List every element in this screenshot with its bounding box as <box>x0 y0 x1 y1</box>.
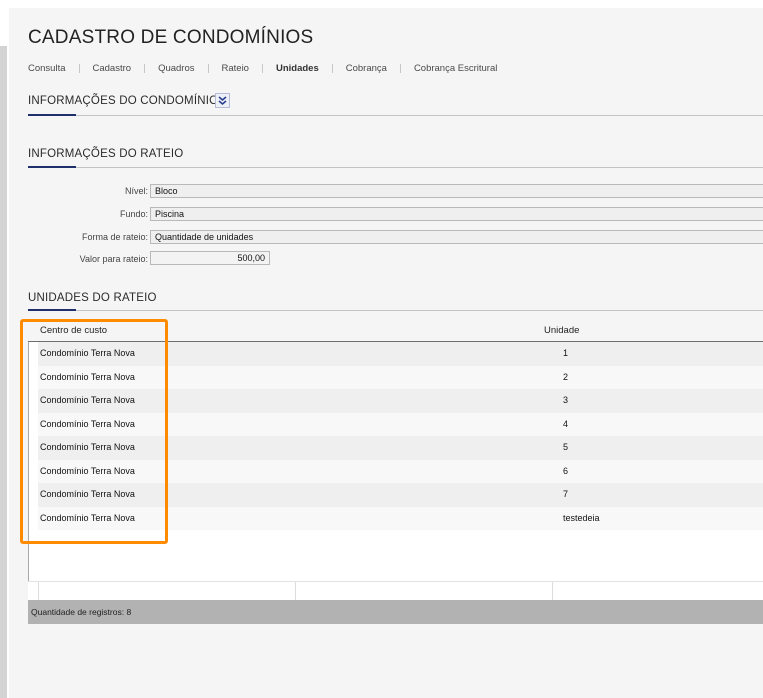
section-title-rateio: INFORMAÇÕES DO RATEIO <box>28 148 184 160</box>
table-row[interactable]: Condomínio Terra Nova 6 <box>38 459 763 483</box>
cell-centro-custo: Condomínio Terra Nova <box>40 489 135 499</box>
tab-separator <box>261 63 263 73</box>
forma-rateio-label: Forma de rateio: <box>81 232 148 242</box>
section-title-condominio: INFORMAÇÕES DO CONDOMÍNIO <box>28 95 219 107</box>
column-divider <box>38 582 39 601</box>
cell-centro-custo: Condomínio Terra Nova <box>40 512 135 523</box>
tab-rateio[interactable]: Rateio <box>222 63 249 74</box>
tab-consulta[interactable]: Consulta <box>28 63 66 74</box>
valor-rateio-label: Valor para rateio: <box>79 254 148 264</box>
cell-unidade: 7 <box>563 489 569 499</box>
double-chevron-down-icon <box>218 96 227 106</box>
table-row[interactable]: Condomínio Terra Nova 2 <box>38 365 763 389</box>
tab-separator <box>331 63 333 73</box>
grid-body: Condomínio Terra Nova 1 Condomínio Terra… <box>28 342 763 603</box>
tab-cadastro[interactable]: Cadastro <box>93 63 132 74</box>
grid-header: Centro de custo Unidade <box>28 320 763 342</box>
cell-centro-custo: Condomínio Terra Nova <box>40 418 135 429</box>
cell-centro-custo: Condomínio Terra Nova <box>40 465 135 476</box>
tab-separator <box>207 63 209 73</box>
cell-unidade: testedeia <box>563 512 600 523</box>
valor-rateio-input[interactable]: 500,00 <box>150 251 270 265</box>
table-row[interactable]: Condomínio Terra Nova 5 <box>38 436 763 460</box>
fundo-field[interactable]: Piscina <box>150 207 763 221</box>
fundo-label: Fundo: <box>119 209 148 219</box>
cell-centro-custo: Condomínio Terra Nova <box>40 371 135 382</box>
unidades-grid: Centro de custo Unidade Condomínio Terra… <box>28 320 763 624</box>
column-header-centro-custo[interactable]: Centro de custo <box>40 325 107 336</box>
section-divider <box>28 167 763 168</box>
cell-unidade: 1 <box>563 348 569 358</box>
cell-centro-custo: Condomínio Terra Nova <box>40 348 135 358</box>
nivel-field[interactable]: Bloco <box>150 184 763 198</box>
tab-unidades[interactable]: Unidades <box>276 63 319 74</box>
column-divider <box>552 582 553 601</box>
table-row[interactable]: Condomínio Terra Nova 3 <box>38 389 763 413</box>
tab-separator <box>78 63 80 73</box>
cell-unidade: 6 <box>563 465 569 476</box>
cell-unidade: 3 <box>563 395 569 405</box>
cell-unidade: 2 <box>563 371 569 382</box>
table-row[interactable]: Condomínio Terra Nova 7 <box>38 483 763 507</box>
column-divider <box>295 582 296 601</box>
grid-scroll-footer[interactable] <box>28 581 763 601</box>
section-title-unidades: UNIDADES DO RATEIO <box>28 292 157 304</box>
table-row[interactable]: Condomínio Terra Nova testedeia <box>38 506 763 530</box>
cell-centro-custo: Condomínio Terra Nova <box>40 442 135 452</box>
section-divider <box>28 115 763 116</box>
tab-separator <box>144 63 146 73</box>
column-header-unidade[interactable]: Unidade <box>544 325 579 336</box>
top-bar <box>0 0 763 8</box>
cell-centro-custo: Condomínio Terra Nova <box>40 395 135 405</box>
tab-quadros[interactable]: Quadros <box>158 63 194 74</box>
section-accent <box>28 114 76 116</box>
tab-cobranca-escritural[interactable]: Cobrança Escritural <box>414 63 497 74</box>
tab-cobranca[interactable]: Cobrança <box>346 63 387 74</box>
tab-separator <box>399 63 401 73</box>
section-collapse-button[interactable] <box>215 93 230 108</box>
section-divider <box>28 310 763 311</box>
cell-unidade: 4 <box>563 418 569 429</box>
left-rail <box>0 46 7 698</box>
table-row[interactable]: Condomínio Terra Nova 4 <box>38 412 763 436</box>
nivel-label: Nível: <box>124 186 148 196</box>
record-count: Quantidade de registros: 8 <box>31 607 132 617</box>
cell-unidade: 5 <box>563 442 569 452</box>
grid-status-bar: Quantidade de registros: 8 <box>28 600 763 624</box>
forma-rateio-field[interactable]: Quantidade de unidades <box>150 230 763 244</box>
section-accent <box>28 309 76 311</box>
section-accent <box>28 166 76 168</box>
page-title: CADASTRO DE CONDOMÍNIOS <box>28 27 314 48</box>
tab-bar: Consulta Cadastro Quadros Rateio Unidade… <box>28 62 497 74</box>
grid-left-border <box>28 342 29 581</box>
table-row[interactable]: Condomínio Terra Nova 1 <box>38 342 763 366</box>
